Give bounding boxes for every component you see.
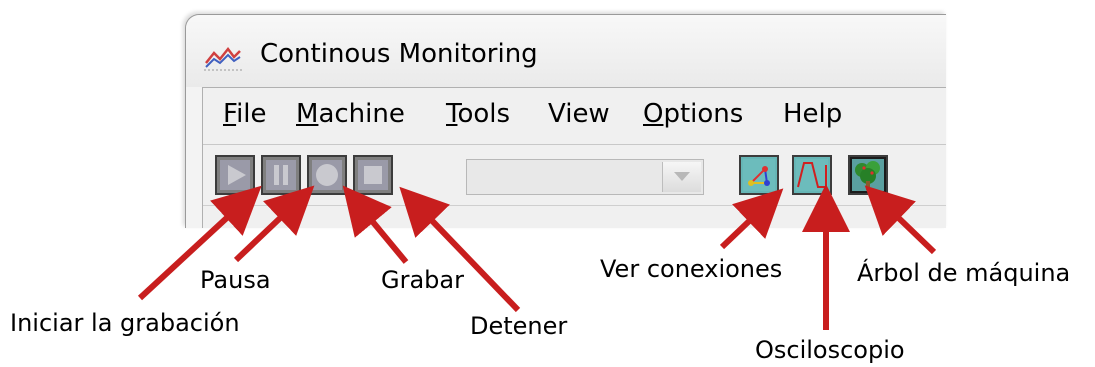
arrow-pause (233, 185, 315, 263)
label-oscilloscope: Osciloscopio (755, 336, 905, 364)
label-machine-tree: Árbol de máquina (857, 259, 1071, 287)
label-stop: Detener (470, 312, 568, 340)
label-start-recording: Iniciar la grabación (10, 309, 240, 337)
arrow-record (342, 185, 409, 264)
label-pause: Pausa (200, 266, 271, 294)
label-record: Grabar (381, 266, 464, 294)
label-view-connections: Ver conexiones (600, 255, 783, 283)
arrow-stop (399, 186, 521, 313)
arrow-machine-tree (864, 185, 937, 255)
arrow-view-connections (719, 188, 784, 250)
